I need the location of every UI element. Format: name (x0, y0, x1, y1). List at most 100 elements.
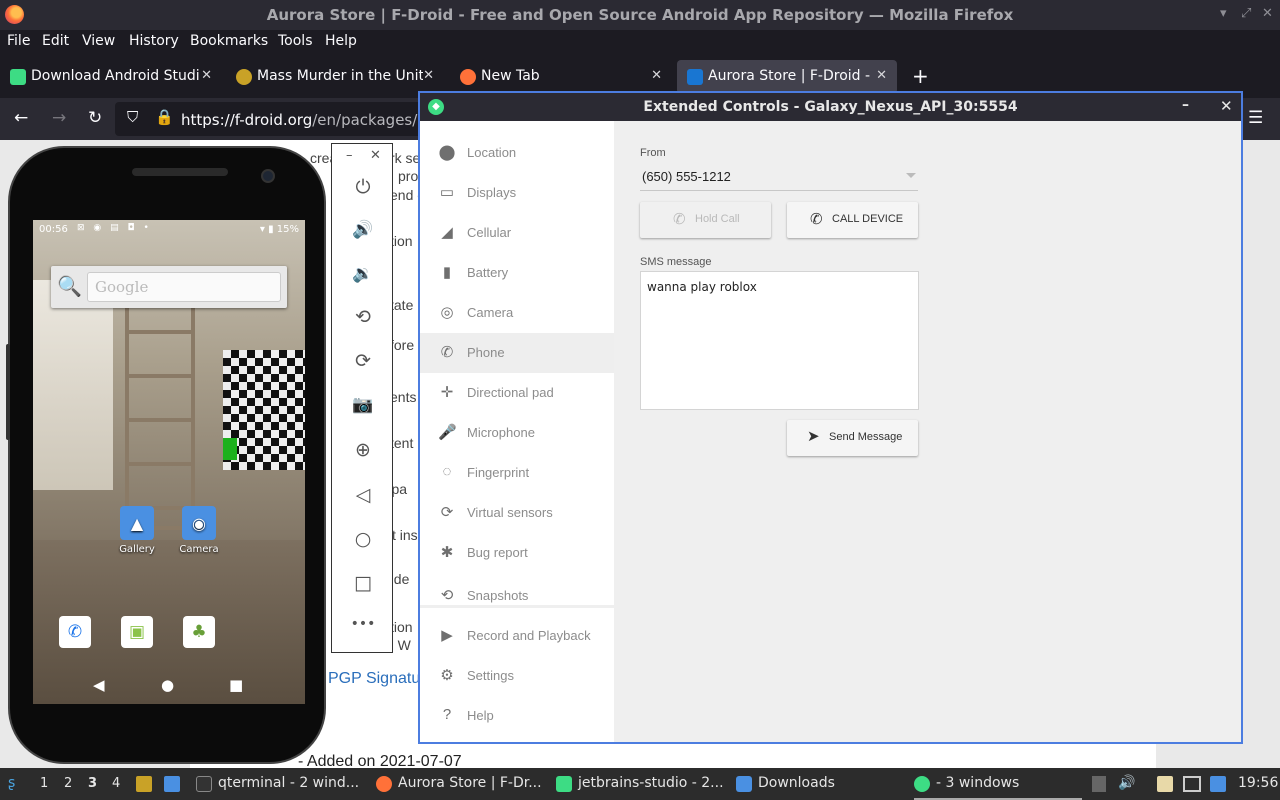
back-icon[interactable]: ◁ (332, 484, 394, 506)
pgp-signature-link[interactable]: PGP Signatu (328, 670, 420, 688)
new-tab-icon[interactable]: + (912, 64, 929, 88)
workspace-4[interactable]: 4 (112, 776, 120, 791)
app-store-icon[interactable]: ▣ (121, 616, 153, 648)
reload-icon[interactable]: ↻ (88, 108, 102, 128)
minimize-icon[interactable]: – (1182, 97, 1189, 113)
forward-icon[interactable]: → (52, 108, 66, 128)
rotate-right-icon[interactable]: ⟳ (332, 350, 394, 372)
tab-download-android-studio[interactable]: Download Android Studio ✕ (0, 60, 222, 94)
menu-bookmarks[interactable]: Bookmarks (190, 33, 268, 49)
volume-down-icon[interactable]: 🔉 (332, 264, 394, 284)
nav-snapshots[interactable]: ⟲ Snapshots (420, 576, 614, 616)
workspace-3[interactable]: 3 (88, 776, 97, 791)
overview-nav-icon[interactable]: ■ (229, 676, 243, 694)
menu-edit[interactable]: Edit (42, 33, 69, 49)
virtual-sensors-icon: ⟳ (440, 504, 454, 521)
menu-tools[interactable]: Tools (278, 33, 313, 49)
zoom-icon[interactable]: ⊕ (332, 439, 394, 461)
hold-call-button[interactable]: ✆ Hold Call (640, 202, 771, 238)
app-camera[interactable]: ◉ Camera (173, 506, 225, 555)
rotate-left-icon[interactable]: ⟲ (332, 306, 394, 328)
nav-directional-pad[interactable]: ✛ Directional pad (420, 373, 614, 413)
url-text[interactable]: https://f-droid.org/en/packages/co (181, 111, 435, 129)
minimize-window-icon[interactable]: ▾ (1220, 6, 1227, 21)
tray-clipboard-icon[interactable] (1092, 776, 1106, 792)
close-tab-icon[interactable]: ✕ (423, 68, 434, 83)
close-tab-icon[interactable]: ✕ (201, 68, 212, 83)
tab-mass-murder[interactable]: Mass Murder in the Unite ✕ (226, 60, 444, 94)
nav-phone[interactable]: ✆ Phone (420, 333, 614, 373)
task-label: jetbrains-studio - 2... (578, 775, 724, 791)
nav-help[interactable]: ? Help (420, 696, 614, 736)
nav-location[interactable]: ⬤ Location (420, 133, 614, 173)
nav-bug-report[interactable]: ✱ Bug report (420, 533, 614, 573)
power-icon[interactable]: ⏻ (332, 176, 394, 198)
android-app-icon[interactable]: ♣ (183, 616, 215, 648)
nav-label: Phone (467, 345, 505, 360)
google-search-widget[interactable]: 🔍 Google (51, 266, 287, 308)
firefox-task-icon (376, 776, 392, 792)
phone-dialer-icon[interactable]: ✆ (59, 616, 91, 648)
nav-fingerprint[interactable]: ◌ Fingerprint (420, 453, 614, 493)
from-number-field[interactable]: (650) 555-1212 (640, 169, 918, 191)
wallpaper-shelf (125, 290, 195, 530)
close-window-icon[interactable]: ✕ (1262, 6, 1273, 21)
directional-pad-icon: ✛ (440, 384, 454, 401)
menu-view[interactable]: View (82, 33, 115, 49)
emulator-screen[interactable]: 00:56 ⊠ ◉ ▤ ◘ • ▾ ▮ 15% 🔍 Google ▲ Galle… (33, 220, 305, 704)
tracking-shield-icon[interactable]: ⛉ (127, 108, 138, 126)
task-firefox[interactable]: Aurora Store | F-Dr... (376, 768, 546, 800)
home-nav-icon[interactable]: ● (161, 676, 174, 694)
workspace-1[interactable]: 1 (40, 776, 48, 791)
task-qterminal[interactable]: qterminal - 2 wind... (196, 768, 366, 800)
close-icon[interactable]: ✕ (1220, 97, 1233, 115)
nav-virtual-sensors[interactable]: ⟳ Virtual sensors (420, 493, 614, 533)
nav-settings[interactable]: ⚙ Settings (420, 656, 614, 696)
maximize-window-icon[interactable]: ⤢ (1241, 6, 1251, 21)
task-jetbrains-studio[interactable]: jetbrains-studio - 2... (556, 768, 726, 800)
task-downloads[interactable]: Downloads (736, 768, 906, 800)
webpage-text-fragment: pro (398, 168, 419, 184)
screenshot-icon[interactable]: 📷 (332, 395, 394, 415)
tab-aurora-store[interactable]: Aurora Store | F-Droid - F ✕ (677, 60, 897, 94)
send-message-button[interactable]: ➤ Send Message (787, 420, 918, 456)
nav-camera[interactable]: ◎ Camera (420, 293, 614, 333)
from-label: From (640, 147, 666, 159)
nav-record-and-playback[interactable]: ▶ Record and Playback (420, 616, 614, 656)
call-device-button[interactable]: ✆ CALL DEVICE (787, 202, 918, 238)
window-title: Aurora Store | F-Droid - Free and Open S… (266, 6, 1014, 24)
menu-file[interactable]: File (7, 33, 30, 49)
nav-battery[interactable]: ▮ Battery (420, 253, 614, 293)
close-tab-icon[interactable]: ✕ (651, 68, 662, 83)
microphone-icon: 🎤 (438, 424, 457, 441)
overview-icon[interactable]: □ (332, 572, 394, 594)
app-gallery[interactable]: ▲ Gallery (111, 506, 163, 555)
nav-microphone[interactable]: 🎤 Microphone (420, 413, 614, 453)
nav-displays[interactable]: ▭ Displays (420, 173, 614, 213)
start-menu-icon[interactable]: ʂ (8, 775, 15, 791)
tray-display-icon[interactable] (1183, 776, 1201, 792)
task-emulator-group[interactable]: - 3 windows (914, 768, 1082, 800)
home-icon[interactable]: ○ (332, 528, 394, 550)
back-nav-icon[interactable]: ◀ (93, 676, 105, 694)
menu-help[interactable]: Help (325, 33, 357, 49)
volume-icon[interactable]: 🔊 (1118, 775, 1135, 791)
close-tab-icon[interactable]: ✕ (876, 68, 887, 83)
file-manager-launcher-icon[interactable] (136, 776, 152, 792)
toolbar-close-icon[interactable]: ✕ (370, 148, 381, 163)
hamburger-menu-icon[interactable]: ☰ (1248, 108, 1263, 128)
workspace-2[interactable]: 2 (64, 776, 72, 791)
more-icon[interactable]: ••• (332, 616, 394, 632)
sms-message-field[interactable] (640, 271, 919, 410)
nav-cellular[interactable]: ◢ Cellular (420, 213, 614, 253)
volume-up-icon[interactable]: 🔊 (332, 220, 394, 240)
sms-message-input[interactable] (641, 272, 918, 409)
desktop-launcher-icon[interactable] (164, 776, 180, 792)
tab-new-tab[interactable]: New Tab ✕ (450, 60, 672, 94)
tray-network-icon[interactable] (1210, 776, 1226, 792)
tray-notes-icon[interactable] (1157, 776, 1173, 792)
back-icon[interactable]: ← (14, 108, 28, 128)
lock-icon[interactable]: 🔒 (155, 108, 174, 126)
toolbar-minimize-icon[interactable]: – (346, 148, 353, 163)
menu-history[interactable]: History (129, 33, 179, 49)
